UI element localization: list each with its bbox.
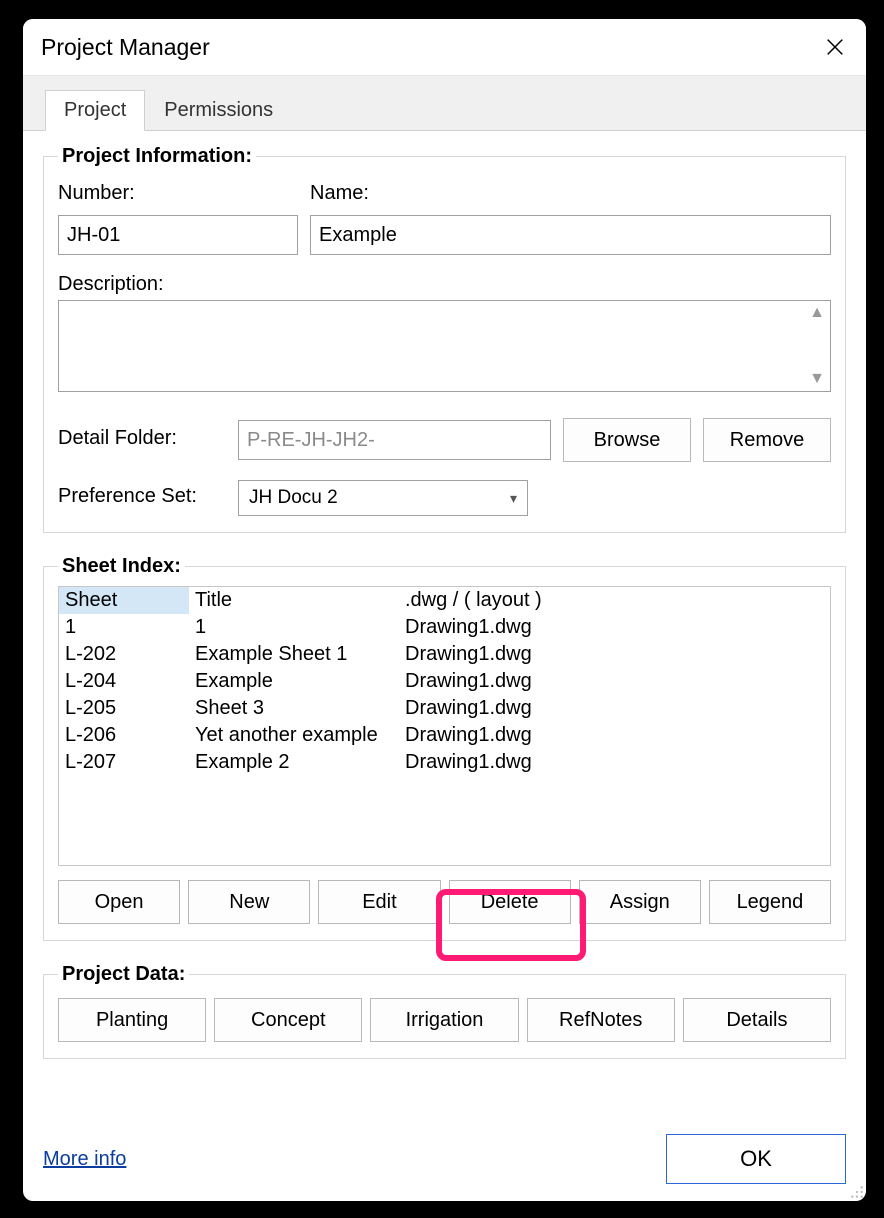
cell-sheet: L-205 [59,695,189,722]
cell-dwg: Drawing1.dwg [399,614,579,641]
cell-sheet: L-202 [59,641,189,668]
cell-title: Example 2 [189,749,399,776]
cell-dwg: Drawing1.dwg [399,668,579,695]
irrigation-button[interactable]: Irrigation [370,998,518,1042]
cell-dwg: Drawing1.dwg [399,749,579,776]
close-icon [824,36,846,58]
ok-button[interactable]: OK [666,1134,846,1184]
cell-sheet: L-206 [59,722,189,749]
delete-button[interactable]: Delete [449,880,571,924]
project-data-group: Project Data: Planting Concept Irrigatio… [43,963,846,1059]
name-input[interactable] [310,215,831,255]
preference-set-select[interactable]: JH Docu 2 ▾ [238,480,528,516]
cell-dwg: Drawing1.dwg [399,722,579,749]
cell-title: Example [189,668,399,695]
preference-set-value: JH Docu 2 [249,487,338,509]
more-info-link[interactable]: More info [43,1148,126,1171]
project-manager-window: Project Manager Project Permissions Proj… [23,19,866,1201]
cell-sheet: L-204 [59,668,189,695]
cell-title: Example Sheet 1 [189,641,399,668]
cell-title: Sheet 3 [189,695,399,722]
col-dwg[interactable]: .dwg / ( layout ) [399,587,579,614]
project-information-legend: Project Information: [58,145,256,168]
chevron-down-icon: ▾ [510,490,517,507]
col-spacer [579,587,830,614]
edit-button[interactable]: Edit [318,880,440,924]
new-button[interactable]: New [188,880,310,924]
detail-folder-input[interactable] [238,420,551,460]
table-row[interactable]: L-207Example 2Drawing1.dwg [59,749,830,776]
planting-button[interactable]: Planting [58,998,206,1042]
preference-set-label: Preference Set: [58,485,226,508]
table-row[interactable]: L-205Sheet 3Drawing1.dwg [59,695,830,722]
description-label: Description: [58,273,831,296]
description-textarea[interactable]: ▲ ▼ [58,300,831,392]
tab-content: Project Information: Number: Name: [23,130,866,1059]
table-row[interactable]: 11Drawing1.dwg [59,614,830,641]
resize-grip-icon[interactable] [850,1185,864,1199]
table-header-row: Sheet Title .dwg / ( layout ) [59,587,830,614]
col-title[interactable]: Title [189,587,399,614]
assign-button[interactable]: Assign [579,880,701,924]
col-sheet[interactable]: Sheet [59,587,189,614]
tab-permissions[interactable]: Permissions [145,90,292,131]
name-label: Name: [310,182,831,205]
table-row[interactable]: L-206Yet another exampleDrawing1.dwg [59,722,830,749]
legend-button[interactable]: Legend [709,880,831,924]
titlebar: Project Manager [23,19,866,75]
window-title: Project Manager [41,34,820,61]
cell-sheet: 1 [59,614,189,641]
tabstrip: Project Permissions [23,75,866,130]
close-button[interactable] [820,32,850,62]
description-spin-down[interactable]: ▼ [806,371,828,387]
description-spin-up[interactable]: ▲ [806,305,828,321]
number-label: Number: [58,182,298,205]
detail-folder-label: Detail Folder: [58,427,226,450]
cell-title: Yet another example [189,722,399,749]
tab-project[interactable]: Project [45,90,145,131]
browse-button[interactable]: Browse [563,418,691,462]
refnotes-button[interactable]: RefNotes [527,998,675,1042]
sheet-index-legend: Sheet Index: [58,555,185,578]
table-row[interactable]: L-204ExampleDrawing1.dwg [59,668,830,695]
cell-dwg: Drawing1.dwg [399,695,579,722]
concept-button[interactable]: Concept [214,998,362,1042]
project-data-legend: Project Data: [58,963,189,986]
cell-dwg: Drawing1.dwg [399,641,579,668]
table-row[interactable]: L-202Example Sheet 1Drawing1.dwg [59,641,830,668]
footer: More info OK [43,1129,846,1189]
open-button[interactable]: Open [58,880,180,924]
remove-button[interactable]: Remove [703,418,831,462]
cell-title: 1 [189,614,399,641]
sheet-index-group: Sheet Index: Sheet Title .dwg / ( layout… [43,555,846,941]
sheet-buttons-row: Open New Edit Delete Assign Legend [58,880,831,924]
cell-sheet: L-207 [59,749,189,776]
details-button[interactable]: Details [683,998,831,1042]
project-information-group: Project Information: Number: Name: [43,145,846,533]
number-input[interactable] [58,215,298,255]
sheet-index-table[interactable]: Sheet Title .dwg / ( layout ) 11Drawing1… [58,586,831,866]
